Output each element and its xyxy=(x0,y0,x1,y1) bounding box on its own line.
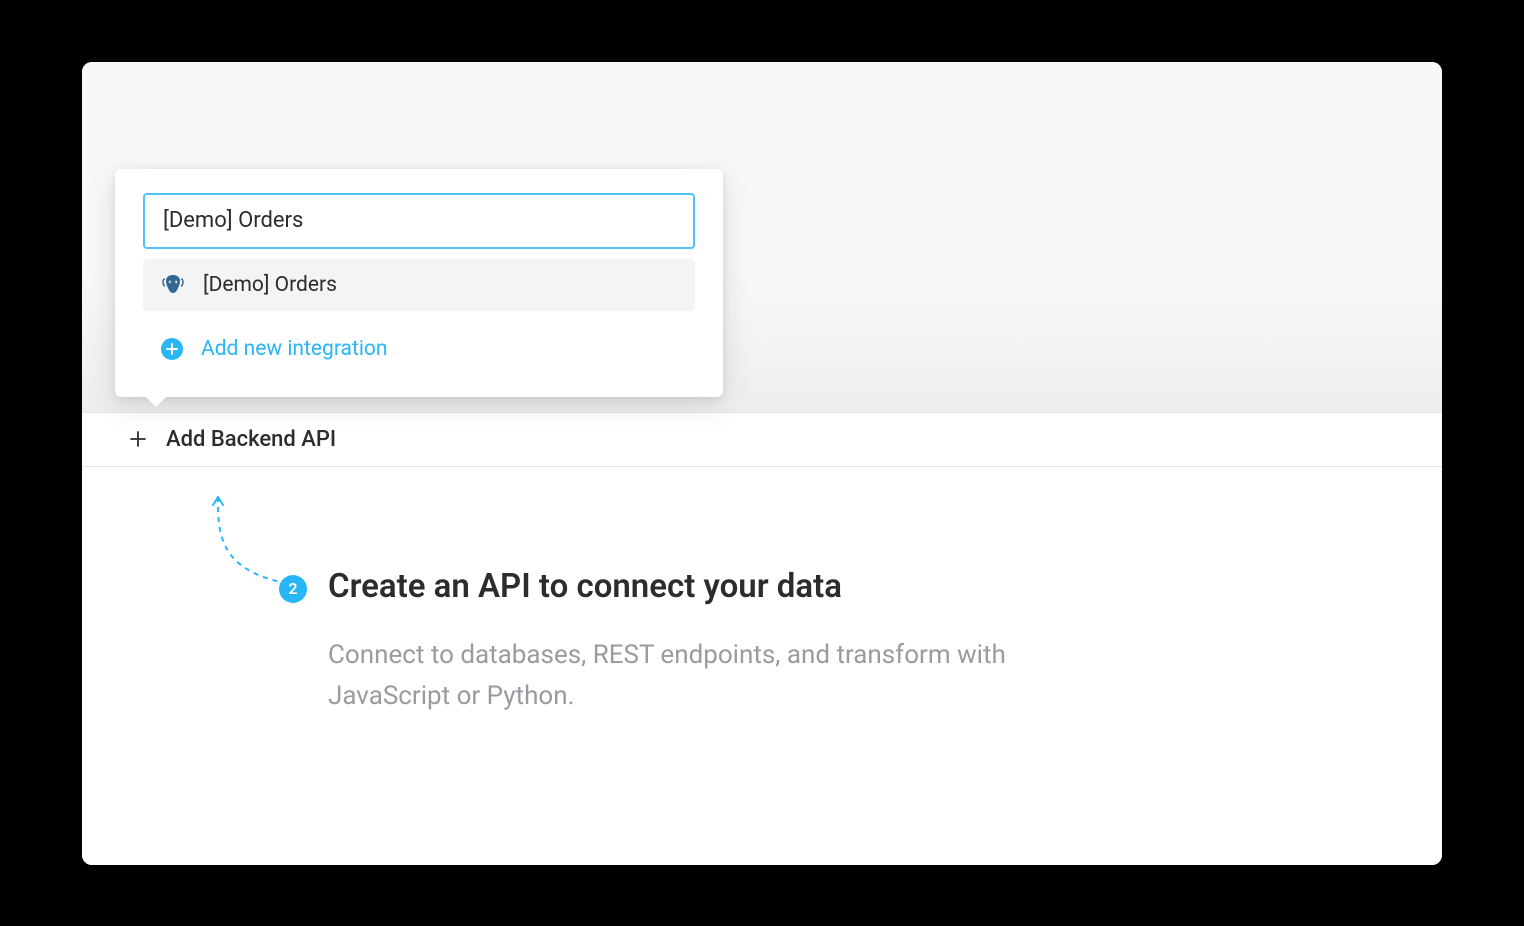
integration-search-input[interactable] xyxy=(143,193,695,249)
plus-circle-icon xyxy=(161,338,183,360)
add-backend-api-row[interactable]: Add Backend API xyxy=(82,412,1442,467)
app-window: [Demo] Orders Add new integration Add Ba… xyxy=(82,62,1442,865)
step-number: 2 xyxy=(288,579,297,598)
integration-dropdown-popover: [Demo] Orders Add new integration xyxy=(115,169,723,397)
step-description: Connect to databases, REST endpoints, an… xyxy=(328,635,1048,718)
search-result-label: [Demo] Orders xyxy=(203,273,337,297)
add-integration-label: Add new integration xyxy=(201,337,388,361)
step-title: Create an API to connect your data xyxy=(328,567,842,606)
add-new-integration-button[interactable]: Add new integration xyxy=(143,323,695,375)
postgres-icon xyxy=(161,273,185,297)
add-backend-api-label: Add Backend API xyxy=(166,427,336,452)
plus-icon xyxy=(128,429,148,449)
step-number-badge: 2 xyxy=(279,575,307,603)
integration-search-result[interactable]: [Demo] Orders xyxy=(143,259,695,311)
